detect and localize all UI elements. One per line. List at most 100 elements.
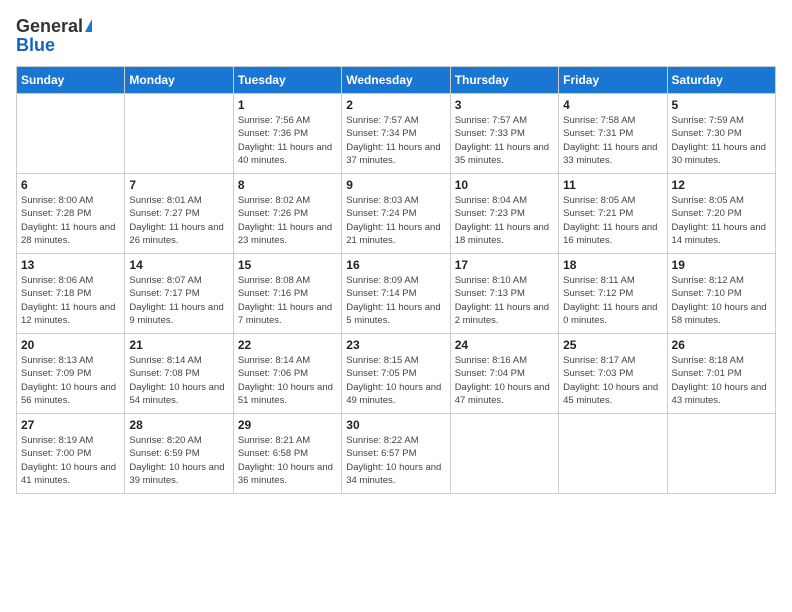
calendar-cell: 4 Sunrise: 7:58 AM Sunset: 7:31 PM Daylig…: [559, 94, 667, 174]
calendar-cell: 14Sunrise: 8:07 AM Sunset: 7:17 PM Dayli…: [125, 254, 233, 334]
header-sunday: Sunday: [17, 67, 125, 94]
calendar-cell: [17, 94, 125, 174]
logo-blue-text: Blue: [16, 35, 55, 56]
calendar-cell: 18Sunrise: 8:11 AM Sunset: 7:12 PM Dayli…: [559, 254, 667, 334]
calendar-cell: [125, 94, 233, 174]
calendar-week-row: 27 Sunrise: 8:19 AM Sunset: 7:00 PM Dayli…: [17, 414, 776, 494]
calendar-week-row: 20 Sunrise: 8:13 AM Sunset: 7:09 PM Dayli…: [17, 334, 776, 414]
day-number: 4: [563, 98, 662, 112]
day-info: Sunrise: 8:15 AM Sunset: 7:05 PM Dayligh…: [346, 354, 445, 407]
calendar-cell: 9 Sunrise: 8:03 AM Sunset: 7:24 PM Daylig…: [342, 174, 450, 254]
day-info: Sunrise: 8:06 AM Sunset: 7:18 PM Dayligh…: [21, 274, 120, 327]
day-info: Sunrise: 7:57 AM Sunset: 7:34 PM Dayligh…: [346, 114, 445, 167]
calendar-cell: 13 Sunrise: 8:06 AM Sunset: 7:18 PM Dayli…: [17, 254, 125, 334]
day-info: Sunrise: 8:01 AM Sunset: 7:27 PM Dayligh…: [129, 194, 228, 247]
calendar-cell: 17Sunrise: 8:10 AM Sunset: 7:13 PM Dayli…: [450, 254, 558, 334]
calendar-cell: [667, 414, 775, 494]
calendar-week-row: 6Sunrise: 8:00 AM Sunset: 7:28 PM Daylig…: [17, 174, 776, 254]
calendar-cell: [450, 414, 558, 494]
calendar-cell: 29 Sunrise: 8:21 AM Sunset: 6:58 PM Dayli…: [233, 414, 341, 494]
calendar-cell: 6Sunrise: 8:00 AM Sunset: 7:28 PM Daylig…: [17, 174, 125, 254]
day-info: Sunrise: 8:14 AM Sunset: 7:08 PM Dayligh…: [129, 354, 228, 407]
day-number: 26: [672, 338, 771, 352]
day-number: 11: [563, 178, 662, 192]
day-info: Sunrise: 8:18 AM Sunset: 7:01 PM Dayligh…: [672, 354, 771, 407]
day-info: Sunrise: 7:58 AM Sunset: 7:31 PM Dayligh…: [563, 114, 662, 167]
day-number: 27: [21, 418, 120, 432]
day-info: Sunrise: 8:21 AM Sunset: 6:58 PM Dayligh…: [238, 434, 337, 487]
calendar-cell: 20 Sunrise: 8:13 AM Sunset: 7:09 PM Dayli…: [17, 334, 125, 414]
day-number: 24: [455, 338, 554, 352]
day-info: Sunrise: 8:03 AM Sunset: 7:24 PM Dayligh…: [346, 194, 445, 247]
day-number: 16: [346, 258, 445, 272]
header-thursday: Thursday: [450, 67, 558, 94]
calendar-cell: 3 Sunrise: 7:57 AM Sunset: 7:33 PM Daylig…: [450, 94, 558, 174]
day-info: Sunrise: 7:59 AM Sunset: 7:30 PM Dayligh…: [672, 114, 771, 167]
logo-triangle-icon: [85, 19, 92, 32]
calendar-cell: 21 Sunrise: 8:14 AM Sunset: 7:08 PM Dayli…: [125, 334, 233, 414]
calendar-cell: 2 Sunrise: 7:57 AM Sunset: 7:34 PM Daylig…: [342, 94, 450, 174]
day-number: 9: [346, 178, 445, 192]
logo-general-text: General: [16, 16, 83, 37]
day-number: 1: [238, 98, 337, 112]
day-info: Sunrise: 8:19 AM Sunset: 7:00 PM Dayligh…: [21, 434, 120, 487]
day-info: Sunrise: 7:57 AM Sunset: 7:33 PM Dayligh…: [455, 114, 554, 167]
page-header: General Blue: [16, 16, 776, 56]
calendar-cell: 24 Sunrise: 8:16 AM Sunset: 7:04 PM Dayli…: [450, 334, 558, 414]
day-info: Sunrise: 8:05 AM Sunset: 7:20 PM Dayligh…: [672, 194, 771, 247]
calendar-cell: 28 Sunrise: 8:20 AM Sunset: 6:59 PM Dayli…: [125, 414, 233, 494]
calendar-cell: 11 Sunrise: 8:05 AM Sunset: 7:21 PM Dayli…: [559, 174, 667, 254]
day-info: Sunrise: 8:05 AM Sunset: 7:21 PM Dayligh…: [563, 194, 662, 247]
calendar-cell: 5 Sunrise: 7:59 AM Sunset: 7:30 PM Daylig…: [667, 94, 775, 174]
calendar-cell: 10Sunrise: 8:04 AM Sunset: 7:23 PM Dayli…: [450, 174, 558, 254]
day-number: 3: [455, 98, 554, 112]
day-number: 19: [672, 258, 771, 272]
day-number: 18: [563, 258, 662, 272]
header-tuesday: Tuesday: [233, 67, 341, 94]
day-number: 25: [563, 338, 662, 352]
day-number: 5: [672, 98, 771, 112]
calendar-cell: 22Sunrise: 8:14 AM Sunset: 7:06 PM Dayli…: [233, 334, 341, 414]
day-number: 28: [129, 418, 228, 432]
day-number: 7: [129, 178, 228, 192]
calendar-cell: 25Sunrise: 8:17 AM Sunset: 7:03 PM Dayli…: [559, 334, 667, 414]
header-wednesday: Wednesday: [342, 67, 450, 94]
day-info: Sunrise: 8:09 AM Sunset: 7:14 PM Dayligh…: [346, 274, 445, 327]
day-number: 29: [238, 418, 337, 432]
calendar-week-row: 13 Sunrise: 8:06 AM Sunset: 7:18 PM Dayli…: [17, 254, 776, 334]
calendar-cell: [559, 414, 667, 494]
day-info: Sunrise: 8:22 AM Sunset: 6:57 PM Dayligh…: [346, 434, 445, 487]
day-number: 17: [455, 258, 554, 272]
day-number: 13: [21, 258, 120, 272]
calendar-table: SundayMondayTuesdayWednesdayThursdayFrid…: [16, 66, 776, 494]
calendar-cell: 15 Sunrise: 8:08 AM Sunset: 7:16 PM Dayli…: [233, 254, 341, 334]
day-info: Sunrise: 8:08 AM Sunset: 7:16 PM Dayligh…: [238, 274, 337, 327]
day-info: Sunrise: 8:02 AM Sunset: 7:26 PM Dayligh…: [238, 194, 337, 247]
day-number: 15: [238, 258, 337, 272]
day-info: Sunrise: 8:13 AM Sunset: 7:09 PM Dayligh…: [21, 354, 120, 407]
day-info: Sunrise: 8:12 AM Sunset: 7:10 PM Dayligh…: [672, 274, 771, 327]
header-saturday: Saturday: [667, 67, 775, 94]
calendar-cell: 19 Sunrise: 8:12 AM Sunset: 7:10 PM Dayli…: [667, 254, 775, 334]
calendar-cell: 12Sunrise: 8:05 AM Sunset: 7:20 PM Dayli…: [667, 174, 775, 254]
calendar-cell: 30 Sunrise: 8:22 AM Sunset: 6:57 PM Dayli…: [342, 414, 450, 494]
calendar-cell: 7 Sunrise: 8:01 AM Sunset: 7:27 PM Daylig…: [125, 174, 233, 254]
day-number: 21: [129, 338, 228, 352]
day-info: Sunrise: 8:16 AM Sunset: 7:04 PM Dayligh…: [455, 354, 554, 407]
day-info: Sunrise: 8:00 AM Sunset: 7:28 PM Dayligh…: [21, 194, 120, 247]
day-number: 30: [346, 418, 445, 432]
day-info: Sunrise: 8:04 AM Sunset: 7:23 PM Dayligh…: [455, 194, 554, 247]
day-info: Sunrise: 8:14 AM Sunset: 7:06 PM Dayligh…: [238, 354, 337, 407]
day-number: 23: [346, 338, 445, 352]
header-friday: Friday: [559, 67, 667, 94]
day-number: 20: [21, 338, 120, 352]
day-info: Sunrise: 7:56 AM Sunset: 7:36 PM Dayligh…: [238, 114, 337, 167]
day-number: 2: [346, 98, 445, 112]
calendar-cell: 8Sunrise: 8:02 AM Sunset: 7:26 PM Daylig…: [233, 174, 341, 254]
day-info: Sunrise: 8:20 AM Sunset: 6:59 PM Dayligh…: [129, 434, 228, 487]
calendar-week-row: 1 Sunrise: 7:56 AM Sunset: 7:36 PM Daylig…: [17, 94, 776, 174]
calendar-cell: 1 Sunrise: 7:56 AM Sunset: 7:36 PM Daylig…: [233, 94, 341, 174]
day-number: 14: [129, 258, 228, 272]
header-monday: Monday: [125, 67, 233, 94]
calendar-cell: 16 Sunrise: 8:09 AM Sunset: 7:14 PM Dayli…: [342, 254, 450, 334]
